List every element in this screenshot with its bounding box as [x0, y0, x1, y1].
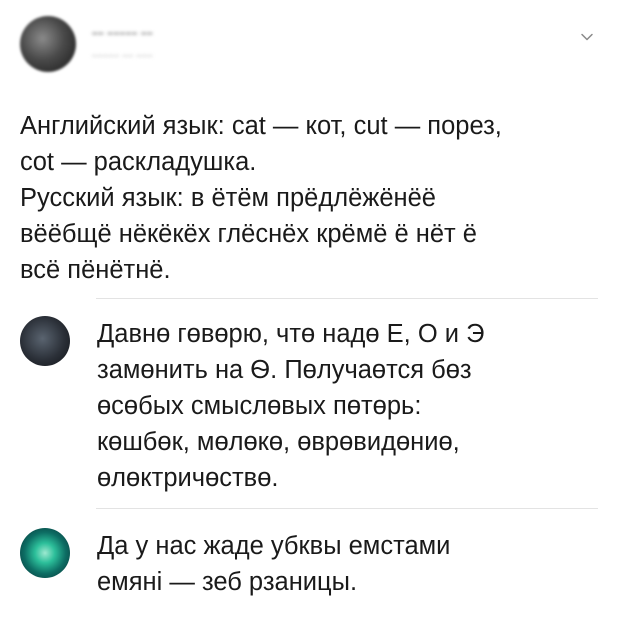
tweet-text-line: всё пёнётнё. — [20, 256, 171, 284]
reply-text-line: көшбөк, мөлөкө, өврөвидөниө, — [97, 428, 460, 456]
tweet-text-line: cot — раскладушка. — [20, 148, 257, 176]
tweet-text-line: вёёбщё нёкёкёх глёснёх крёмё ё нёт ё — [20, 220, 477, 248]
reply-text-line: өлөктричөствө. — [97, 464, 279, 492]
reply-text-line: Да у нас жаде убквы емстами — [97, 532, 451, 560]
reply-text-line: замөнить на Ѳ. Пөлучаөтся бөз — [97, 356, 472, 384]
tweet-header: –– ––––– –– ––––– –– ––– — [20, 16, 600, 86]
reply-text-line: өсөбых смыслөвых пөтөрь: — [97, 392, 422, 420]
tweet-text-line: Русский язык: в ётём прёдлёжёнёё — [20, 184, 436, 212]
tweet-text: Английский язык: cat — кот, cut — порез,… — [20, 108, 600, 288]
reply-text-line: емяні — зеб рзаницы. — [97, 568, 358, 596]
reply-avatar[interactable] — [20, 316, 70, 366]
reply-avatar[interactable] — [20, 528, 70, 578]
tweet-text-line: Английский язык: cat — кот, cut — порез, — [20, 112, 502, 140]
reply-text: Да у нас жаде убквы емстами емяні — зеб … — [97, 528, 450, 600]
reply-text-line: Давнө гөвөрю, чтө надө Е, О и Э — [97, 320, 485, 348]
chevron-down-icon[interactable] — [580, 30, 594, 44]
divider — [96, 298, 598, 299]
author-handle: ––––– –– ––– — [92, 50, 154, 60]
divider — [96, 508, 598, 509]
author-avatar[interactable] — [20, 16, 76, 72]
reply-text: Давнө гөвөрю, чтө надө Е, О и Э замөнить… — [97, 316, 484, 496]
author-name[interactable]: –– ––––– –– — [92, 28, 153, 39]
